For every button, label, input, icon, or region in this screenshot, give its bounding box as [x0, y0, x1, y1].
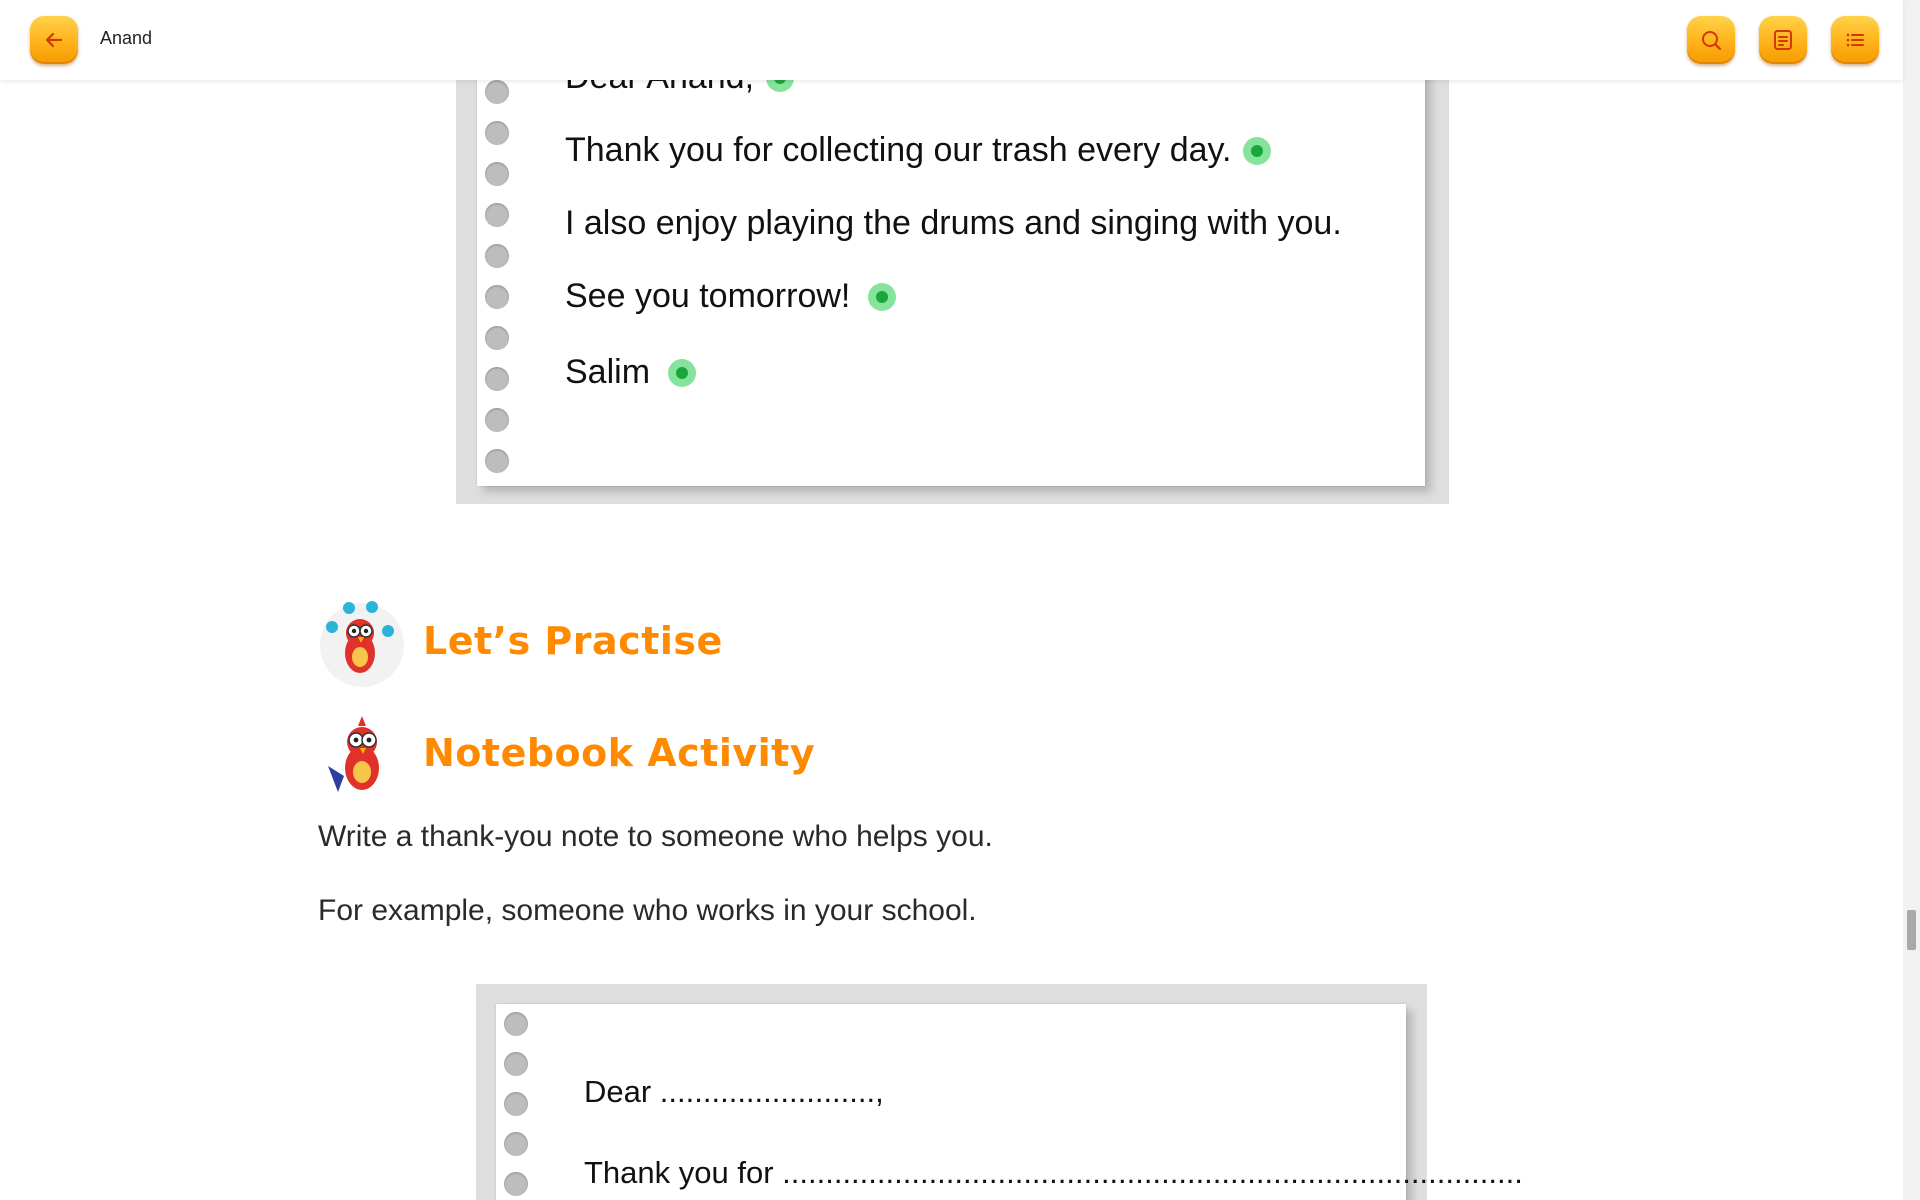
- binder-holes: [504, 1012, 528, 1200]
- binder-hole: [504, 1092, 528, 1116]
- binder-hole: [504, 1172, 528, 1196]
- binder-holes: [485, 80, 509, 490]
- search-icon: [1702, 31, 1722, 51]
- binder-hole: [485, 326, 509, 350]
- note-template-paper: Dear ........................., Thank yo…: [496, 1004, 1523, 1200]
- notes-button[interactable]: [1759, 16, 1807, 64]
- note-template-frame: Dear ........................., Thank yo…: [476, 984, 1523, 1200]
- binder-hole: [485, 367, 509, 391]
- top-bar: Anand: [0, 0, 1903, 80]
- scrollbar[interactable]: [1903, 0, 1920, 1200]
- back-button[interactable]: [30, 16, 78, 64]
- audio-marker-icon[interactable]: [668, 358, 697, 387]
- letter-card-frame: Dear Anand, Thank you for collecting our…: [456, 40, 1449, 504]
- letter-text: Thank you for collecting our trash every…: [565, 131, 1232, 169]
- binder-hole: [485, 162, 509, 186]
- binder-hole: [485, 203, 509, 227]
- notebook-activity-heading: Notebook Activity: [423, 731, 816, 775]
- letter-line: I also enjoy playing the drums and singi…: [565, 204, 1342, 243]
- letter-paper: Dear Anand, Thank you for collecting our…: [477, 40, 1425, 486]
- letter-line: See you tomorrow!: [565, 277, 897, 316]
- binder-hole: [504, 1052, 528, 1076]
- audio-marker-icon[interactable]: [868, 282, 897, 311]
- binder-hole: [485, 244, 509, 268]
- notebook-icon: [1774, 30, 1792, 50]
- binder-hole: [504, 1132, 528, 1156]
- scrollbar-thumb[interactable]: [1907, 910, 1916, 950]
- arrow-left-icon: [45, 32, 63, 48]
- page-title: Anand: [100, 28, 153, 48]
- letter-text: See you tomorrow!: [565, 277, 851, 315]
- template-line: Thank you for ..........................…: [584, 1155, 1523, 1190]
- bird-mascot-icon: [328, 716, 379, 792]
- binder-hole: [485, 80, 509, 104]
- binder-hole: [504, 1012, 528, 1036]
- letter-line: Salim: [565, 353, 697, 392]
- juggling-bird-mascot-icon: [320, 601, 404, 687]
- binder-hole: [485, 285, 509, 309]
- letter-line: Thank you for collecting our trash every…: [565, 131, 1272, 170]
- lets-practise-heading: Let’s Practise: [423, 619, 723, 663]
- activity-instruction: Write a thank-you note to someone who he…: [318, 820, 993, 853]
- binder-hole: [485, 449, 509, 473]
- binder-hole: [485, 121, 509, 145]
- template-line: Dear .........................,: [584, 1074, 884, 1109]
- letter-text: Salim: [565, 353, 651, 391]
- audio-marker-icon[interactable]: [1243, 136, 1272, 165]
- list-icon: [1846, 33, 1864, 47]
- binder-hole: [485, 408, 509, 432]
- activity-example: For example, someone who works in your s…: [318, 894, 977, 927]
- search-button[interactable]: [1687, 16, 1735, 64]
- letter-text: I also enjoy playing the drums and singi…: [565, 204, 1342, 242]
- contents-menu-button[interactable]: [1831, 16, 1879, 64]
